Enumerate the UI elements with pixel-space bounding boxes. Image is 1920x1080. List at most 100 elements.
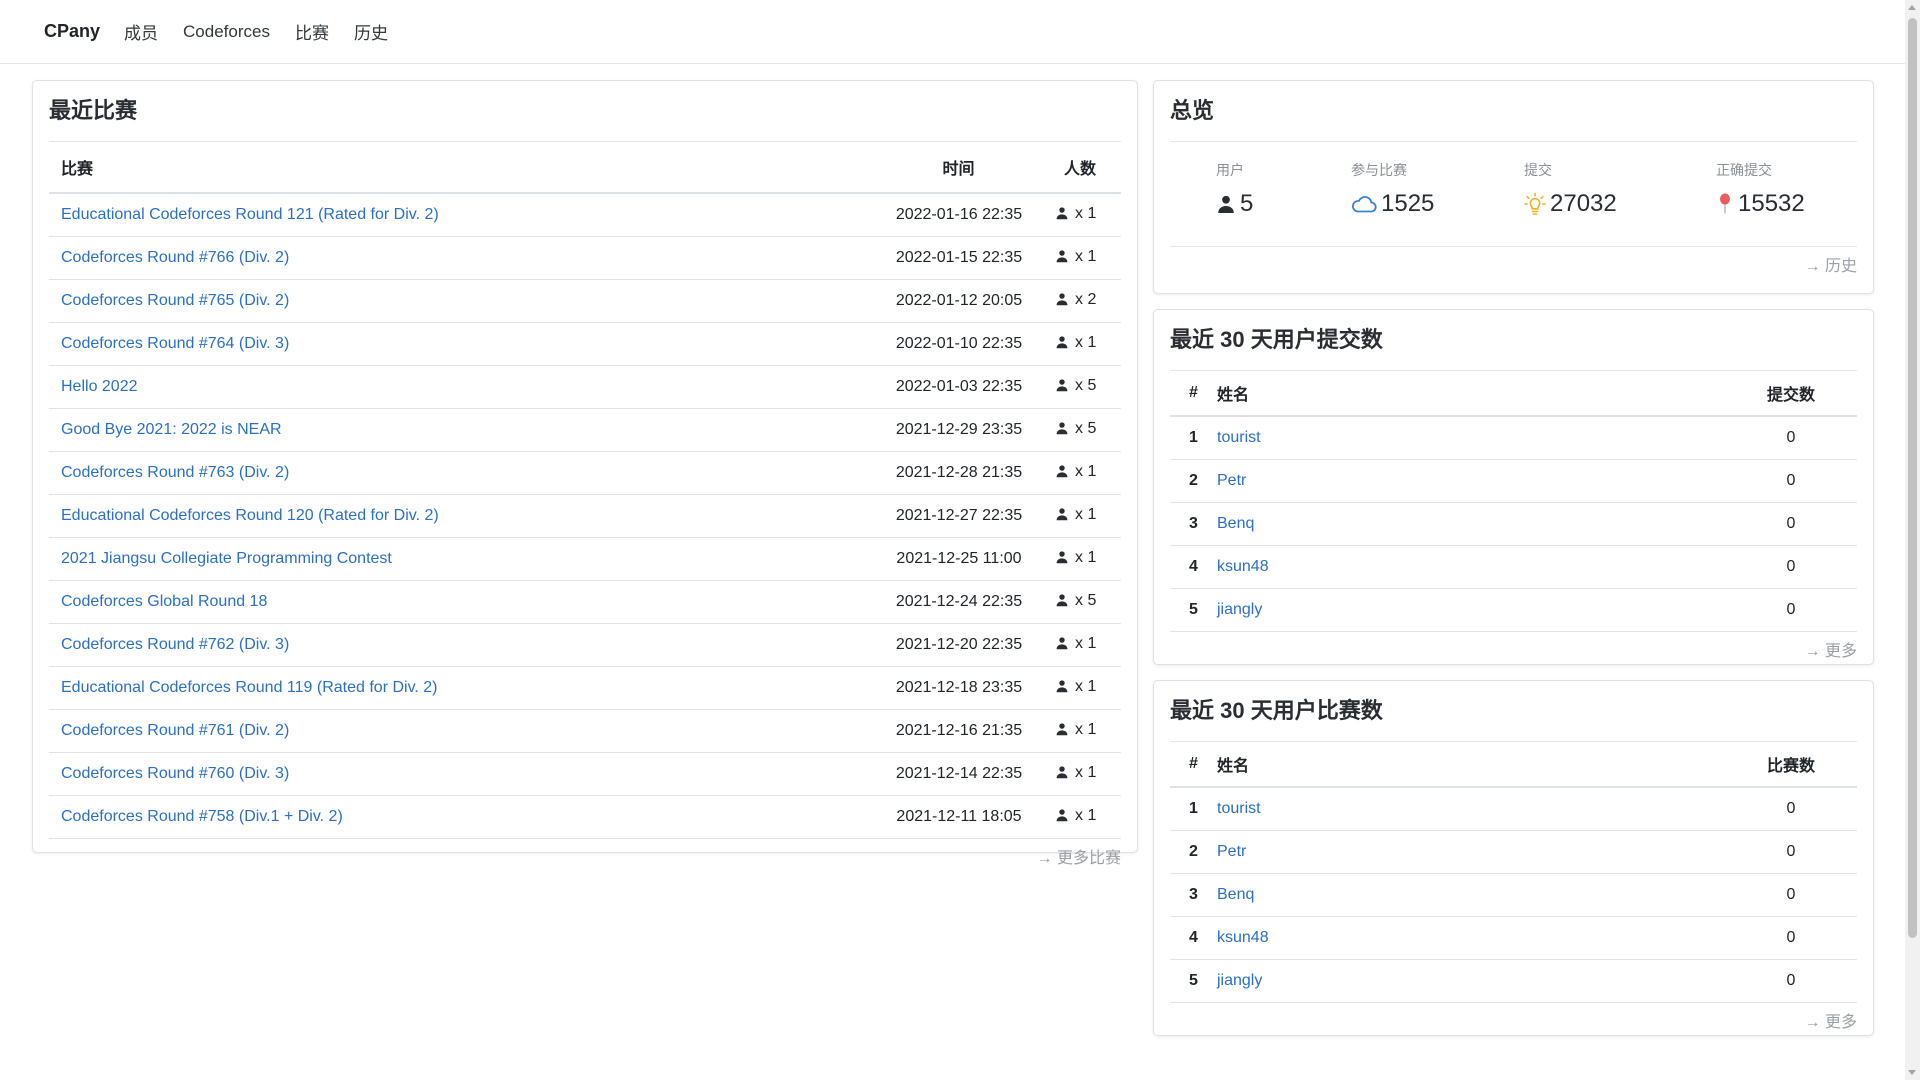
scroll-down-arrow-icon[interactable]	[1908, 1070, 1916, 1075]
nav-item-members[interactable]: 成员	[124, 19, 158, 44]
user-name-cell: Petr	[1217, 830, 1725, 874]
stat-submissions-value: 27032	[1550, 190, 1617, 217]
contest-link[interactable]: 2021 Jiangsu Collegiate Programming Cont…	[61, 550, 392, 567]
contests-30d-title: 最近 30 天用户比赛数	[1170, 681, 1857, 742]
user-link[interactable]: ksun48	[1217, 929, 1269, 946]
contest-link[interactable]: Educational Codeforces Round 119 (Rated …	[61, 679, 438, 696]
user-name-cell: ksun48	[1217, 545, 1725, 589]
rank-value: 0	[1725, 545, 1857, 589]
user-link[interactable]: ksun48	[1217, 558, 1269, 575]
person-icon	[1055, 636, 1069, 655]
more-contests-30d-link[interactable]: → 更多	[1170, 1003, 1857, 1043]
stat-accepted-label: 正确提交	[1716, 162, 1772, 178]
contest-link[interactable]: Codeforces Round #761 (Div. 2)	[61, 722, 289, 739]
user-link[interactable]: tourist	[1217, 429, 1261, 446]
user-name-cell: tourist	[1217, 787, 1725, 831]
contest-link[interactable]: Codeforces Round #758 (Div.1 + Div. 2)	[61, 808, 343, 825]
participant-count: x 1	[1075, 721, 1097, 738]
table-row: 1 tourist 0	[1170, 787, 1857, 831]
table-row: 1 tourist 0	[1170, 416, 1857, 460]
scrollbar-thumb[interactable]	[1908, 18, 1917, 938]
more-contests-link[interactable]: → 更多比赛	[49, 839, 1121, 879]
contest-time: 2021-12-28 21:35	[878, 451, 1040, 495]
participant-count: x 1	[1075, 506, 1097, 523]
nav-item-contests[interactable]: 比赛	[295, 19, 329, 44]
submissions-30d-table: # 姓名 提交数 1 tourist 0 2 Petr 0 3 Benq 0 4 ksun48 0 5 j…	[1170, 371, 1857, 632]
contest-link[interactable]: Educational Codeforces Round 120 (Rated …	[61, 507, 439, 524]
rank-value: 0	[1725, 959, 1857, 1003]
contest-name-cell: Codeforces Round #766 (Div. 2)	[49, 236, 878, 280]
contest-participants-cell: x 5	[1040, 580, 1121, 624]
contest-participants-cell: x 5	[1040, 408, 1121, 452]
contest-participants-cell: x 1	[1040, 623, 1121, 667]
rank-value: 0	[1725, 588, 1857, 632]
person-icon	[1055, 249, 1069, 268]
nav-item-history[interactable]: 历史	[354, 19, 388, 44]
recent-contests-table: 比赛 时间 人数 Educational Codeforces Round 12…	[49, 142, 1121, 839]
overview-card: 总览 用户 5 参与比赛 1525 提交 27032 正确提交 15532 → …	[1153, 80, 1874, 294]
table-row: Good Bye 2021: 2022 is NEAR 2021-12-29 23…	[49, 408, 1121, 452]
stat-users-value-wrap: 5	[1216, 190, 1253, 218]
table-row: 2 Petr 0	[1170, 459, 1857, 503]
scroll-up-arrow-icon[interactable]	[1908, 5, 1916, 10]
contest-link[interactable]: Codeforces Round #764 (Div. 3)	[61, 335, 289, 352]
participant-count: x 5	[1075, 377, 1097, 394]
contest-link[interactable]: Codeforces Round #765 (Div. 2)	[61, 292, 289, 309]
contest-time: 2021-12-25 11:00	[878, 537, 1040, 581]
more-submissions-link[interactable]: → 更多	[1170, 632, 1857, 672]
rank-value: 0	[1725, 916, 1857, 960]
table-row: Codeforces Round #762 (Div. 3) 2021-12-20…	[49, 623, 1121, 667]
column-header-contests: 比赛数	[1725, 742, 1857, 788]
user-link[interactable]: Petr	[1217, 843, 1246, 860]
contest-name-cell: Educational Codeforces Round 119 (Rated …	[49, 666, 878, 710]
user-link[interactable]: jiangly	[1217, 972, 1262, 989]
brand-logo[interactable]: CPany	[44, 21, 100, 42]
stat-accepted: 正确提交 15532	[1670, 142, 1850, 246]
top-navbar: CPany 成员 Codeforces 比赛 历史	[0, 0, 1905, 64]
rank-index: 1	[1170, 787, 1217, 831]
contest-link[interactable]: Codeforces Round #766 (Div. 2)	[61, 249, 289, 266]
contest-time: 2021-12-29 23:35	[878, 408, 1040, 452]
rank-index: 4	[1170, 545, 1217, 589]
user-name-cell: Benq	[1217, 502, 1725, 546]
user-link[interactable]: Petr	[1217, 472, 1246, 489]
user-link[interactable]: Benq	[1217, 886, 1254, 903]
user-link[interactable]: Benq	[1217, 515, 1254, 532]
contest-time: 2022-01-16 22:35	[878, 193, 1040, 237]
rank-value: 0	[1725, 416, 1857, 460]
rank-index: 2	[1170, 459, 1217, 503]
contest-link[interactable]: Good Bye 2021: 2022 is NEAR	[61, 421, 282, 438]
contest-link[interactable]: Codeforces Round #760 (Div. 3)	[61, 765, 289, 782]
contest-name-cell: Educational Codeforces Round 121 (Rated …	[49, 193, 878, 237]
rank-value: 0	[1725, 502, 1857, 546]
stat-users: 用户 5	[1170, 142, 1305, 246]
stat-contests-value: 1525	[1381, 190, 1435, 217]
vertical-scrollbar[interactable]	[1905, 0, 1920, 1080]
contest-participants-cell: x 5	[1040, 365, 1121, 409]
user-name-cell: Benq	[1217, 873, 1725, 917]
stat-users-value: 5	[1240, 190, 1254, 217]
recent-contests-title: 最近比赛	[49, 81, 1121, 142]
stat-submissions-label: 提交	[1524, 162, 1552, 178]
nav-item-codeforces[interactable]: Codeforces	[183, 22, 270, 42]
lightbulb-icon	[1524, 192, 1546, 216]
participant-count: x 1	[1075, 635, 1097, 652]
rank-index: 2	[1170, 830, 1217, 874]
column-header-rank: #	[1170, 371, 1217, 417]
contest-name-cell: Good Bye 2021: 2022 is NEAR	[49, 408, 878, 452]
stat-contests: 参与比赛 1525	[1305, 142, 1480, 246]
history-link[interactable]: → 历史	[1170, 247, 1857, 287]
user-link[interactable]: tourist	[1217, 800, 1261, 817]
contest-link[interactable]: Codeforces Round #763 (Div. 2)	[61, 464, 289, 481]
contest-link[interactable]: Hello 2022	[61, 378, 138, 395]
participant-count: x 2	[1075, 291, 1097, 308]
contest-link[interactable]: Codeforces Global Round 18	[61, 593, 267, 610]
user-link[interactable]: jiangly	[1217, 601, 1262, 618]
contest-link[interactable]: Educational Codeforces Round 121 (Rated …	[61, 206, 439, 223]
table-row: 4 ksun48 0	[1170, 916, 1857, 960]
participant-count: x 1	[1075, 463, 1097, 480]
contest-name-cell: Codeforces Global Round 18	[49, 580, 878, 624]
contest-link[interactable]: Codeforces Round #762 (Div. 3)	[61, 636, 289, 653]
rank-index: 3	[1170, 502, 1217, 546]
contest-time: 2021-12-20 22:35	[878, 623, 1040, 667]
